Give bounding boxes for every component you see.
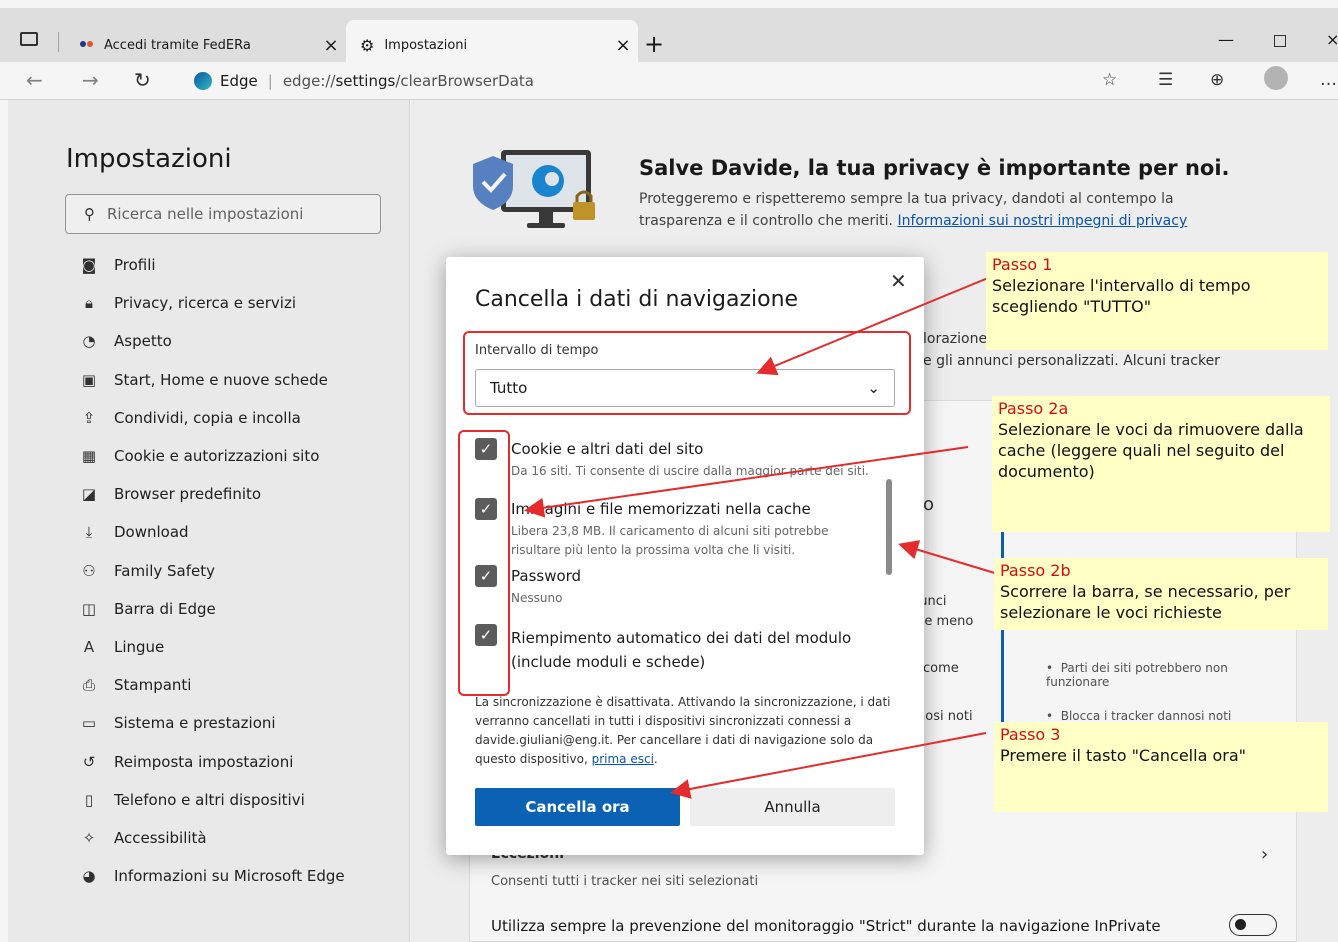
annotation-text: Selezionare le voci da rimuovere dalla c… (998, 420, 1304, 481)
arrow-step1 (756, 277, 989, 376)
annotation-text: Premere il tasto "Cancella ora" (1000, 746, 1246, 765)
arrow-step3 (670, 732, 987, 799)
annotation-step2a: Passo 2a Selezionare le voci da rimuover… (992, 396, 1330, 532)
annotation-title: Passo 2b (1000, 561, 1071, 580)
annotation-title: Passo 1 (992, 255, 1053, 274)
arrow-step2a (524, 446, 969, 518)
arrow-step2b (898, 540, 999, 575)
annotation-text: Selezionare l'intervallo di tempo scegli… (992, 276, 1251, 316)
annotation-text: Scorrere la barra, se necessario, per se… (1000, 582, 1291, 622)
annotation-step1: Passo 1 Selezionare l'intervallo di temp… (986, 252, 1328, 350)
annotation-step3: Passo 3 Premere il tasto "Cancella ora" (994, 722, 1328, 812)
annotation-step2b: Passo 2b Scorrere la barra, se necessari… (994, 558, 1328, 630)
annotation-title: Passo 2a (998, 399, 1069, 418)
annotation-title: Passo 3 (1000, 725, 1061, 744)
